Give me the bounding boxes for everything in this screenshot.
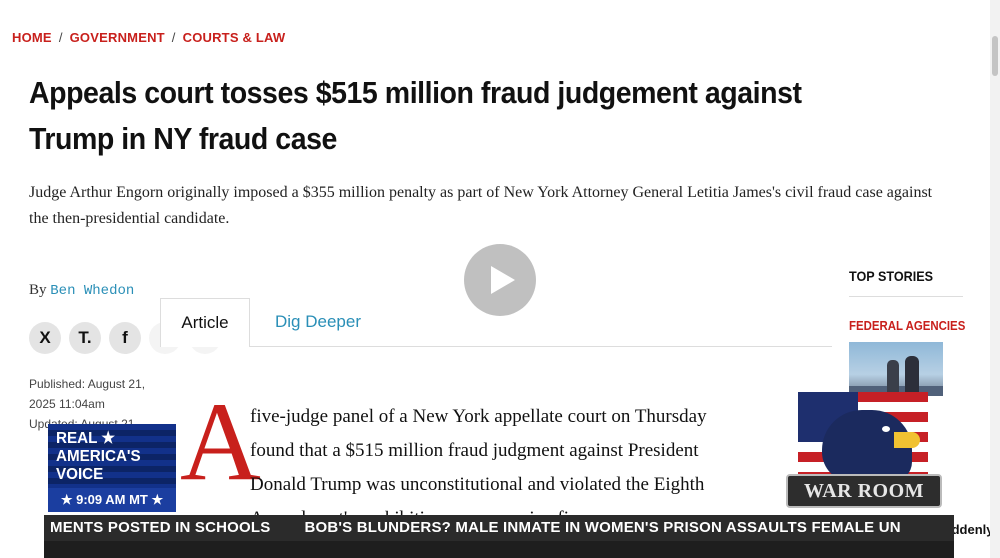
thumbnail-figure xyxy=(887,360,899,394)
breadcrumb-courts-law[interactable]: COURTS & LAW xyxy=(183,30,286,45)
facebook-icon: f xyxy=(122,328,128,347)
article-subhead: Judge Arthur Engorn originally imposed a… xyxy=(29,184,933,227)
thumbnail-figure xyxy=(905,356,919,394)
eagle-eye xyxy=(882,426,890,432)
byline-prefix: By xyxy=(29,282,47,298)
war-room-plate: WAR ROOM xyxy=(786,474,942,508)
breadcrumb: HOME / GOVERNMENT / COURTS & LAW xyxy=(12,30,285,45)
broadcast-clock: ★ 9:09 AM MT ★ xyxy=(48,488,176,512)
tab-article[interactable]: Article xyxy=(160,298,250,347)
byline: By Ben Whedon xyxy=(29,282,134,299)
breadcrumb-home[interactable]: HOME xyxy=(12,30,52,45)
scrollbar-thumb[interactable] xyxy=(992,36,998,76)
breadcrumb-separator: / xyxy=(171,30,176,45)
x-share-button[interactable]: X xyxy=(29,322,61,354)
top-stories-heading: TOP STORIES xyxy=(849,268,934,284)
body-line: found that a $515 million fraud judgment… xyxy=(250,440,699,461)
body-line: five-judge panel of a New York appellate… xyxy=(250,406,707,427)
sidebar-divider xyxy=(849,296,963,297)
top-story-thumbnail[interactable] xyxy=(849,342,943,396)
truth-social-icon: T. xyxy=(78,328,92,347)
sidebar-category-link[interactable]: FEDERAL AGENCIES xyxy=(849,318,965,333)
ticker-item: MENTS POSTED IN SCHOOLS xyxy=(50,519,271,536)
ticker-item: BOB'S BLUNDERS? MALE INMATE IN WOMEN'S P… xyxy=(304,519,901,536)
ticker-base xyxy=(44,541,954,558)
body-line: Donald Trump was unconstitutional and vi… xyxy=(250,474,705,495)
truth-social-share-button[interactable]: T. xyxy=(69,322,101,354)
video-play-button[interactable] xyxy=(464,244,536,316)
news-ticker: MENTS POSTED IN SCHOOLS BOB'S BLUNDERS? M… xyxy=(44,515,954,541)
eagle-beak xyxy=(894,432,920,448)
article-title: Appeals court tosses $515 million fraud … xyxy=(29,75,802,156)
ticker-text: MENTS POSTED IN SCHOOLS BOB'S BLUNDERS? M… xyxy=(50,515,901,541)
breadcrumb-government[interactable]: GOVERNMENT xyxy=(70,30,165,45)
rav-logo: REAL ★ AMERICA'S VOICE xyxy=(56,430,141,483)
author-link[interactable]: Ben Whedon xyxy=(50,283,134,299)
x-icon: X xyxy=(39,328,51,347)
published-date: Published: August 21, 2025 11:04am xyxy=(29,377,146,411)
rav-logo-bug: REAL ★ AMERICA'S VOICE ★ 9:09 AM MT ★ xyxy=(48,424,176,512)
facebook-share-button[interactable]: f xyxy=(109,322,141,354)
drop-cap: A xyxy=(180,380,261,504)
play-icon xyxy=(491,266,515,294)
breadcrumb-separator: / xyxy=(58,30,63,45)
war-room-logo: WAR ROOM xyxy=(768,392,952,514)
tab-dig-deeper[interactable]: Dig Deeper xyxy=(275,298,361,346)
page-scrollbar[interactable] xyxy=(990,0,1000,558)
